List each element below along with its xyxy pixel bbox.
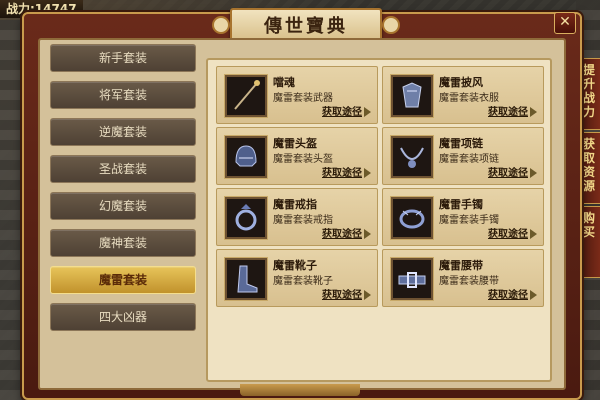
menu-item-holy-war-set[interactable]: 圣战套装 (50, 155, 196, 183)
obtain-route-link[interactable]: 获取途径 (322, 286, 371, 301)
bracelet-icon (391, 197, 433, 239)
equipment-slot: 魔雷套装靴子 (273, 276, 333, 287)
obtain-route-link[interactable]: 获取途径 (322, 225, 371, 240)
menu-item-demon-god-set[interactable]: 魔神套装 (50, 229, 196, 257)
menu-item-novice-set[interactable]: 新手套装 (50, 44, 196, 72)
equipment-slot: 魔雷套装武器 (273, 93, 333, 104)
equipment-slot: 魔雷套装手镯 (439, 215, 499, 226)
equipment-card[interactable]: 魔雷披风 魔雷套装衣服 获取途径 (382, 66, 544, 124)
equipment-name: 噹魂 (273, 76, 295, 89)
menu-item-demon-thunder-set[interactable]: 魔雷套装 (50, 266, 196, 294)
equipment-card[interactable]: 魔雷戒指 魔雷套装戒指 获取途径 (216, 188, 378, 246)
set-category-menu: 新手套装 将军套装 逆魔套装 圣战套装 幻魔套装 魔神套装 魔雷套装 四大凶器 (50, 44, 196, 340)
equipment-slot: 魔雷套装头盔 (273, 154, 333, 165)
menu-item-reverse-demon-set[interactable]: 逆魔套装 (50, 118, 196, 146)
equipment-name: 魔雷项链 (439, 137, 483, 150)
obtain-route-link[interactable]: 获取途径 (322, 103, 371, 118)
obtain-route-link[interactable]: 获取途径 (488, 164, 537, 179)
equipment-name: 魔雷腰带 (439, 259, 483, 272)
window-bottom-ornament (240, 384, 360, 396)
equipment-name: 魔雷戒指 (273, 198, 317, 211)
equipment-slot: 魔雷套装戒指 (273, 215, 333, 226)
helmet-icon (225, 136, 267, 178)
equipment-card[interactable]: 魔雷靴子 魔雷套装靴子 获取途径 (216, 249, 378, 307)
equipment-slot: 魔雷套装衣服 (439, 93, 499, 104)
equipment-card[interactable]: 魔雷头盔 魔雷套装头盔 获取途径 (216, 127, 378, 185)
equipment-card[interactable]: 噹魂 魔雷套装武器 获取途径 (216, 66, 378, 124)
menu-item-general-set[interactable]: 将军套装 (50, 81, 196, 109)
staff-icon (225, 75, 267, 117)
window-content: 新手套装 将军套装 逆魔套装 圣战套装 幻魔套装 魔神套装 魔雷套装 四大凶器 … (38, 38, 566, 390)
equipment-name: 魔雷靴子 (273, 259, 317, 272)
equipment-grid: 噹魂 魔雷套装武器 获取途径 魔雷披风 魔雷套装衣服 获取途径 魔雷头盔 魔雷套… (206, 58, 552, 382)
close-button[interactable]: ✕ (554, 12, 576, 34)
treasure-codex-window: 傳世寶典 ✕ 新手套装 将军套装 逆魔套装 圣战套装 幻魔套装 魔神套装 魔雷套… (22, 8, 582, 400)
obtain-route-link[interactable]: 获取途径 (488, 225, 537, 240)
equipment-slot: 魔雷套装腰带 (439, 276, 499, 287)
equipment-card[interactable]: 魔雷项链 魔雷套装项链 获取途径 (382, 127, 544, 185)
equipment-name: 魔雷头盔 (273, 137, 317, 150)
menu-item-phantom-demon-set[interactable]: 幻魔套装 (50, 192, 196, 220)
obtain-route-link[interactable]: 获取途径 (322, 164, 371, 179)
ring-icon (225, 197, 267, 239)
menu-item-four-weapons[interactable]: 四大凶器 (50, 303, 196, 331)
necklace-icon (391, 136, 433, 178)
equipment-name: 魔雷手镯 (439, 198, 483, 211)
obtain-route-link[interactable]: 获取途径 (488, 286, 537, 301)
boots-icon (225, 258, 267, 300)
window-title: 傳世寶典 (212, 8, 400, 42)
equipment-name: 魔雷披风 (439, 76, 483, 89)
equipment-card[interactable]: 魔雷手镯 魔雷套装手镯 获取途径 (382, 188, 544, 246)
equipment-slot: 魔雷套装项链 (439, 154, 499, 165)
belt-icon (391, 258, 433, 300)
armor-icon (391, 75, 433, 117)
equipment-card[interactable]: 魔雷腰带 魔雷套装腰带 获取途径 (382, 249, 544, 307)
obtain-route-link[interactable]: 获取途径 (488, 103, 537, 118)
